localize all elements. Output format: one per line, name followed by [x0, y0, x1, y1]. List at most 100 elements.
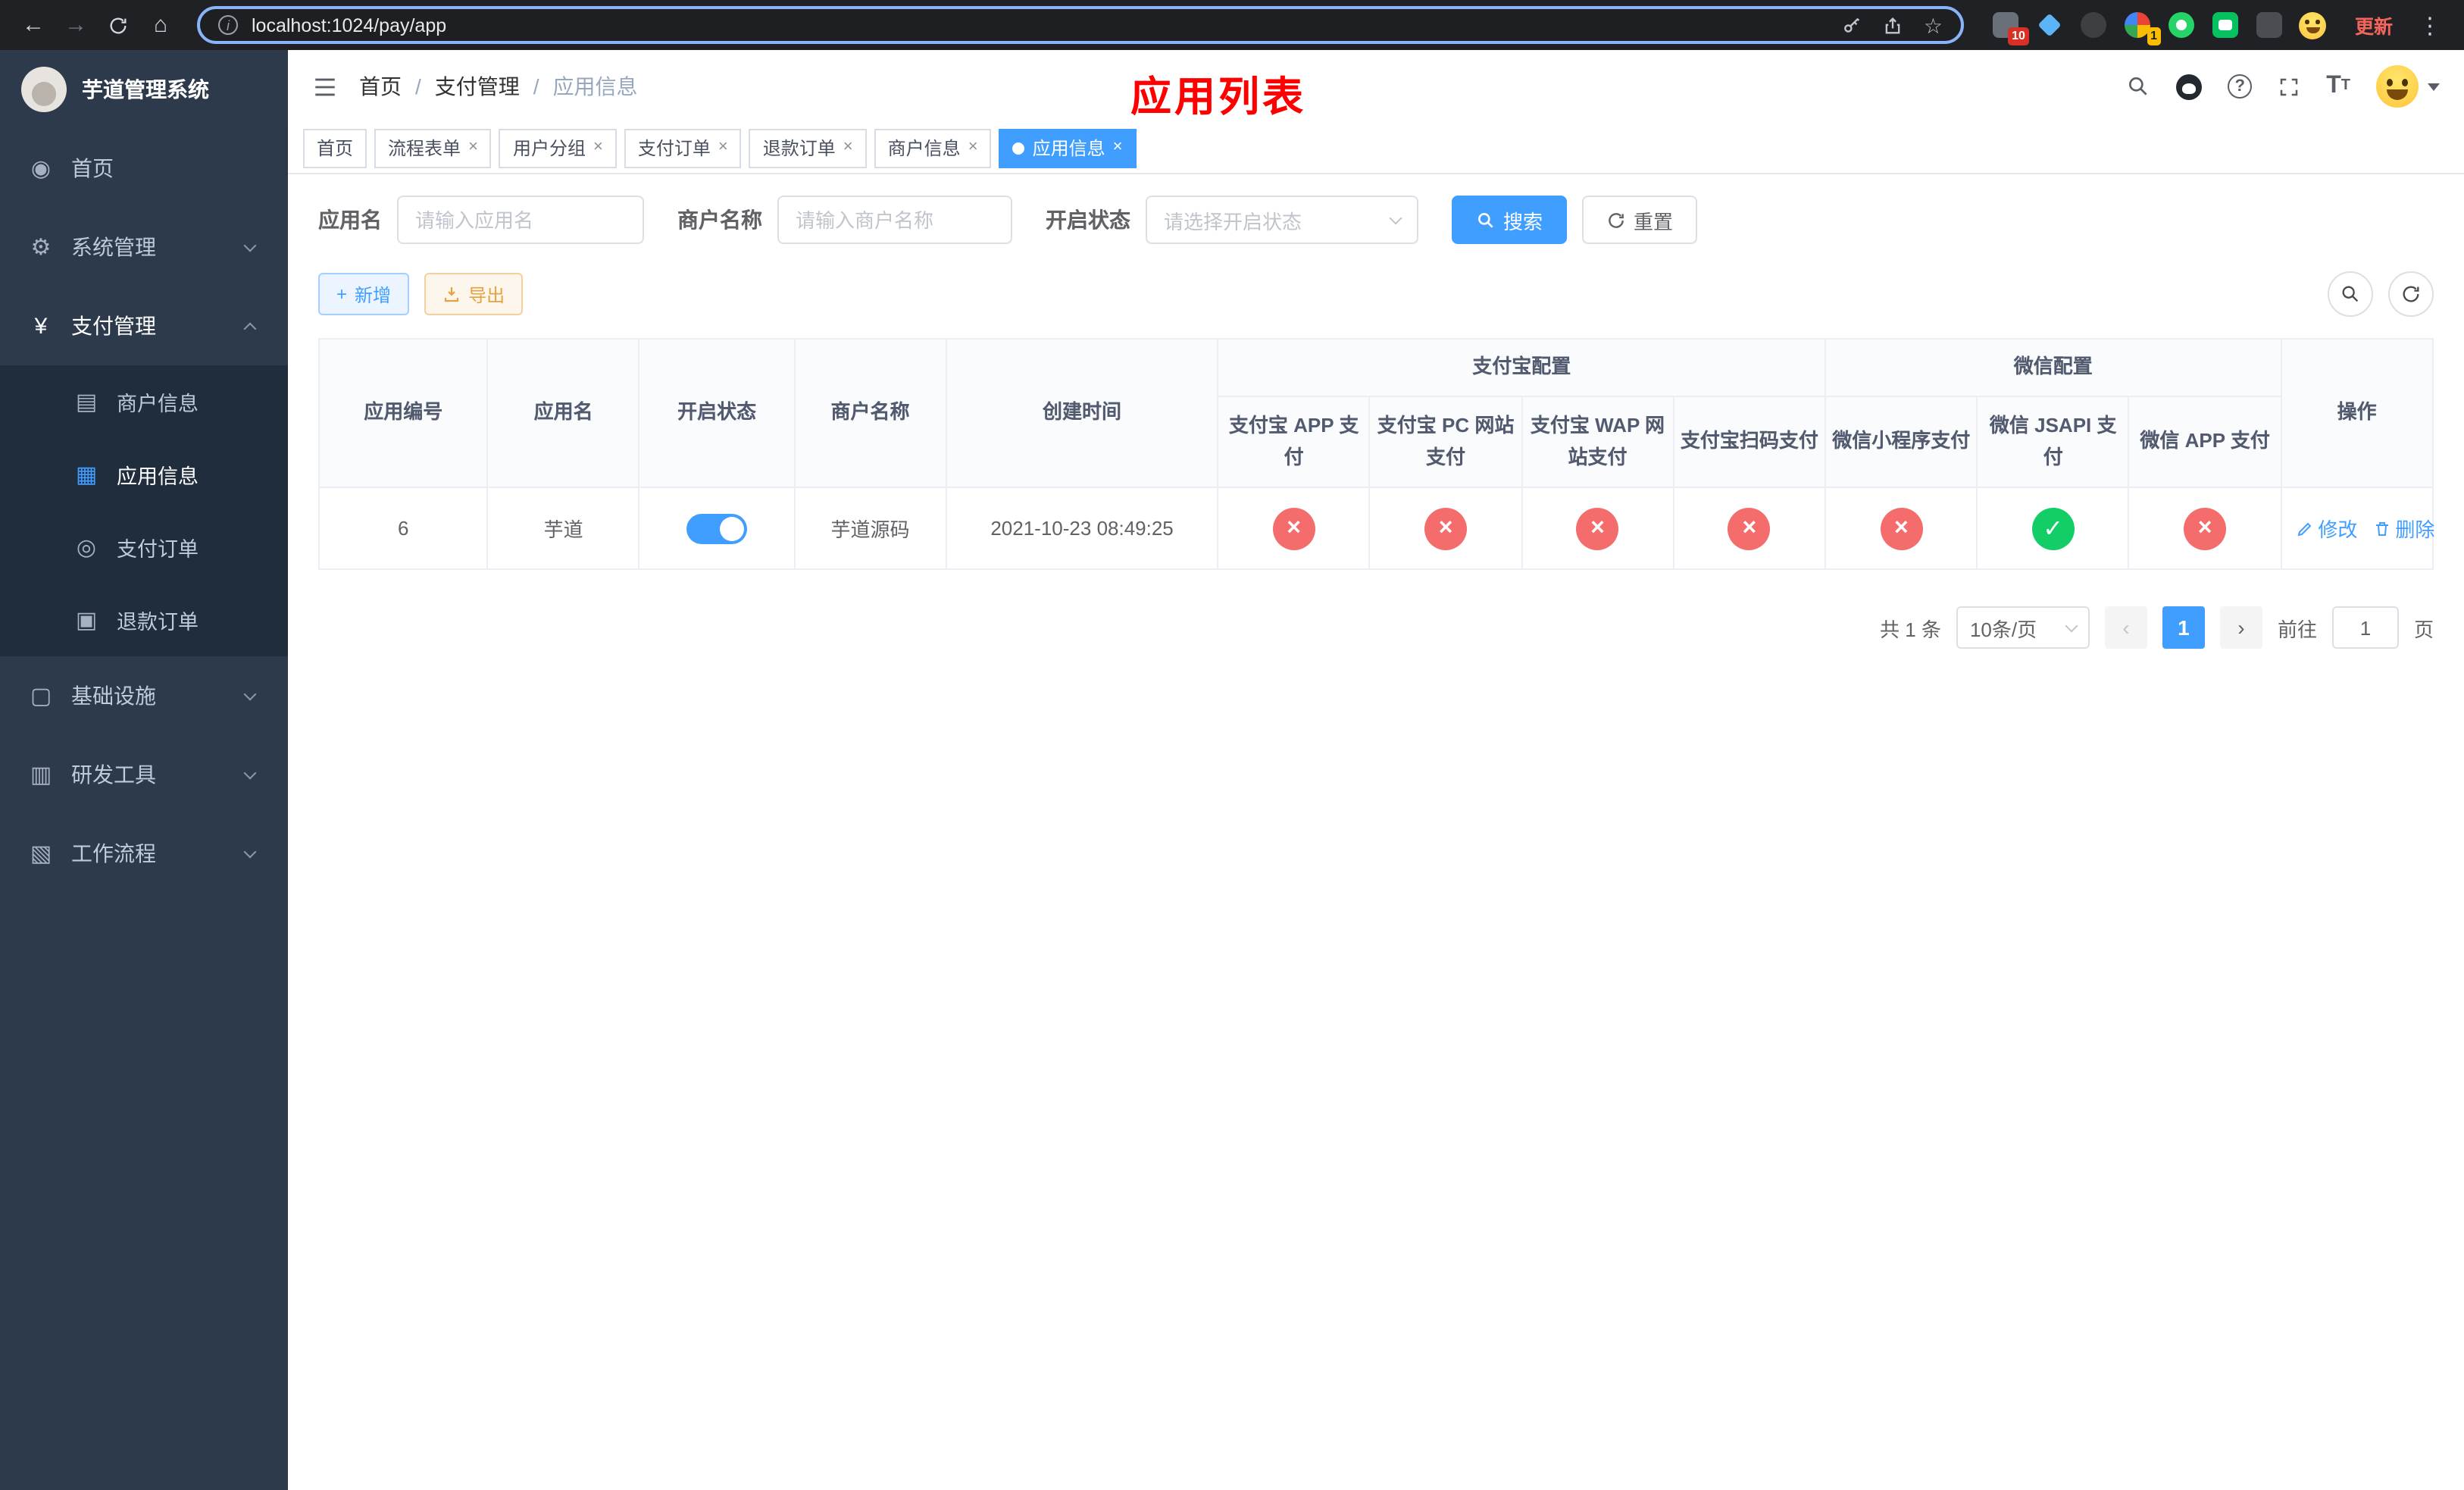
- extension-gem-icon[interactable]: [2035, 11, 2064, 39]
- github-icon[interactable]: [2176, 74, 2203, 99]
- status-label: 开启状态: [1046, 208, 1130, 232]
- caret-down-icon: [2428, 83, 2440, 90]
- chrome-update-button[interactable]: 更新: [2343, 6, 2405, 44]
- goto-label: 前往: [2277, 618, 2317, 640]
- app-grid-icon: ▦: [75, 462, 98, 488]
- close-icon[interactable]: ×: [718, 139, 728, 156]
- sidebar-item-payment[interactable]: ¥ 支付管理: [0, 286, 288, 365]
- font-size-icon[interactable]: TT: [2326, 74, 2350, 99]
- sidebar-item-workflow[interactable]: ▧ 工作流程: [0, 814, 288, 893]
- toggle-search-button[interactable]: [2328, 271, 2373, 317]
- reset-button[interactable]: 重置: [1582, 196, 1698, 244]
- sidebar-item-home[interactable]: ◉ 首页: [0, 129, 288, 208]
- site-info-icon[interactable]: i: [218, 15, 238, 35]
- extension-colorful-icon[interactable]: 1: [2123, 11, 2161, 45]
- collapse-sidebar-icon[interactable]: [312, 74, 338, 99]
- back-button[interactable]: ←: [15, 7, 52, 43]
- sidebar-item-pay-order[interactable]: ◎ 支付订单: [0, 511, 288, 584]
- pay-order-icon: ◎: [76, 535, 97, 561]
- help-icon[interactable]: ?: [2228, 74, 2253, 99]
- add-button[interactable]: + 新增: [318, 273, 410, 315]
- forward-button[interactable]: →: [58, 7, 94, 43]
- sidebar-item-refund-order[interactable]: ▣ 退款订单: [0, 584, 288, 656]
- next-page-button[interactable]: ›: [2219, 606, 2262, 649]
- extension-icon[interactable]: 10: [1991, 11, 2029, 45]
- merchant-name-input[interactable]: [777, 196, 1012, 244]
- col-merchant: 商户名称: [793, 338, 947, 488]
- chevron-down-icon: [1389, 211, 1402, 224]
- status-select[interactable]: 请选择开启状态: [1146, 196, 1418, 244]
- merchant-name-label: 商户名称: [677, 208, 762, 232]
- extension-chat-icon[interactable]: [2211, 11, 2240, 39]
- sidebar-item-infrastructure[interactable]: ▢ 基础设施: [0, 656, 288, 735]
- home-button[interactable]: ⌂: [142, 7, 179, 43]
- search-icon: [2342, 286, 2359, 302]
- wechat-mini-status-icon: ×: [1880, 507, 1923, 549]
- url-bar[interactable]: i localhost:1024/pay/app ☆: [197, 6, 1964, 44]
- tab-home[interactable]: 首页: [303, 128, 367, 167]
- password-key-icon[interactable]: [1842, 14, 1863, 36]
- extension-badge-alt: 1: [2147, 27, 2161, 45]
- extension-badge: 10: [2008, 27, 2029, 45]
- close-icon[interactable]: ×: [968, 139, 978, 156]
- extension-pin-icon[interactable]: [2255, 11, 2284, 39]
- col-alipay-pc: 支付宝 PC 网站支付: [1368, 396, 1523, 488]
- page-number-button[interactable]: 1: [2162, 606, 2205, 649]
- sidebar-item-merchant-info[interactable]: ▤ 商户信息: [0, 365, 288, 438]
- app-name-input[interactable]: [397, 196, 644, 244]
- active-tab-dot: [1012, 142, 1025, 154]
- main-header: 首页 / 支付管理 / 应用信息 应用列表 ? TT: [288, 50, 2464, 123]
- table-row: 6 芋道 芋道源码 2021-10-23 08:49:25 × × × × ×: [317, 487, 2434, 570]
- search-icon[interactable]: [2126, 74, 2150, 99]
- extension-dark-icon[interactable]: [2079, 11, 2108, 39]
- browser-menu-icon[interactable]: ⋮: [2411, 11, 2449, 39]
- profile-avatar-icon[interactable]: [2299, 11, 2328, 39]
- sidebar-menu: ◉ 首页 ⚙ 系统管理 ¥ 支付管理 ▤ 商户信息 ▦ 应用信息 ◎ 支付订单 …: [0, 129, 288, 893]
- tab-user-group[interactable]: 用户分组 ×: [499, 128, 617, 167]
- app-logo[interactable]: 芋道管理系统: [0, 50, 288, 129]
- extension-green-circle-icon[interactable]: [2167, 11, 2196, 39]
- breadcrumb-home[interactable]: 首页: [359, 71, 402, 102]
- close-icon[interactable]: ×: [593, 139, 603, 156]
- col-app-name: 应用名: [486, 338, 640, 488]
- edit-link[interactable]: 修改: [2295, 514, 2357, 543]
- goto-page-input[interactable]: [2331, 606, 2399, 649]
- chevron-down-icon: [243, 765, 257, 779]
- reload-button[interactable]: [100, 7, 136, 43]
- close-icon[interactable]: ×: [843, 139, 853, 156]
- export-button[interactable]: 导出: [424, 273, 524, 315]
- sidebar-item-system[interactable]: ⚙ 系统管理: [0, 208, 288, 286]
- plus-icon: +: [336, 283, 348, 305]
- fullscreen-icon[interactable]: [2278, 75, 2300, 98]
- chevron-down-icon: [243, 687, 257, 700]
- page-title-annotation: 应用列表: [1130, 74, 1306, 120]
- tab-refund-order[interactable]: 退款订单 ×: [749, 128, 867, 167]
- page-size-select[interactable]: 10条/页: [1956, 606, 2090, 649]
- status-toggle[interactable]: [686, 513, 748, 543]
- delete-link[interactable]: 删除: [2372, 514, 2434, 543]
- sidebar-item-devtools[interactable]: ▥ 研发工具: [0, 735, 288, 814]
- page-content: 应用名 商户名称 开启状态 请选择开启状态: [288, 174, 2464, 1490]
- cell-created: 2021-10-23 08:49:25: [945, 487, 1219, 570]
- refund-order-icon: ▣: [75, 608, 98, 634]
- close-icon[interactable]: ×: [1113, 139, 1123, 156]
- col-actions: 操作: [2280, 338, 2434, 488]
- user-avatar[interactable]: [2376, 65, 2440, 108]
- share-icon[interactable]: [1883, 14, 1904, 36]
- sidebar-item-app-info[interactable]: ▦ 应用信息: [0, 438, 288, 511]
- close-icon[interactable]: ×: [468, 139, 478, 156]
- dashboard-icon: ◉: [30, 156, 52, 182]
- bookmark-star-icon[interactable]: ☆: [1924, 14, 1943, 36]
- refresh-table-button[interactable]: [2388, 271, 2434, 317]
- browser-chrome: ← → ⌂ i localhost:1024/pay/app ☆ 10 1 更新…: [0, 0, 2464, 50]
- sidebar: 芋道管理系统 ◉ 首页 ⚙ 系统管理 ¥ 支付管理 ▤ 商户信息 ▦ 应用信息 …: [0, 50, 288, 1490]
- search-button[interactable]: 搜索: [1452, 196, 1568, 244]
- tab-app-info[interactable]: 应用信息 ×: [999, 128, 1137, 167]
- breadcrumb-payment[interactable]: 支付管理: [435, 71, 520, 102]
- workflow-icon: ▧: [30, 841, 52, 867]
- tab-pay-order[interactable]: 支付订单 ×: [624, 128, 742, 167]
- tab-merchant-info[interactable]: 商户信息 ×: [874, 128, 992, 167]
- tab-process-form[interactable]: 流程表单 ×: [374, 128, 492, 167]
- breadcrumb-separator: /: [415, 74, 421, 99]
- prev-page-button[interactable]: ‹: [2104, 606, 2147, 649]
